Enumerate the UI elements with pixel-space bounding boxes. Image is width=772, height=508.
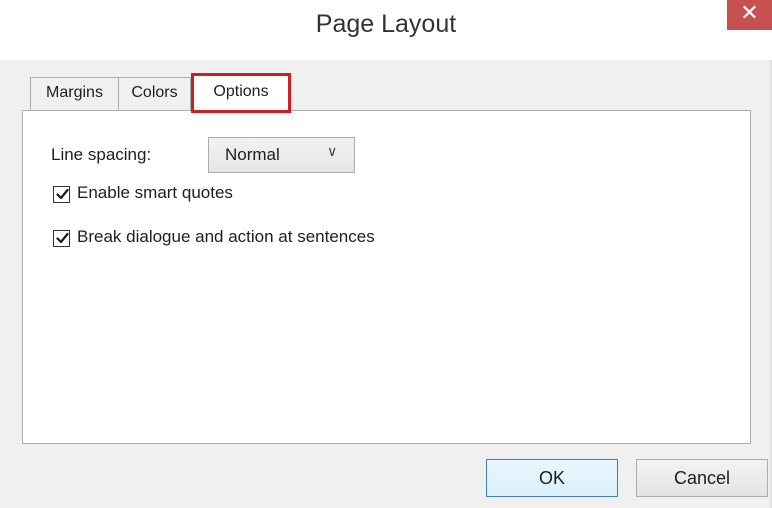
- checkmark-icon: [56, 232, 69, 244]
- tab-colors[interactable]: Colors: [118, 77, 191, 111]
- break-dialogue-label: Break dialogue and action at sentences: [77, 227, 375, 246]
- smart-quotes-checkbox[interactable]: [53, 186, 70, 203]
- chevron-down-icon: ∨: [327, 144, 338, 160]
- title-bar: Page Layout ✕: [0, 0, 772, 60]
- line-spacing-value: Normal: [225, 145, 280, 164]
- tab-options[interactable]: Options: [191, 73, 291, 113]
- checkmark-icon: [56, 188, 69, 200]
- break-dialogue-checkbox[interactable]: [53, 230, 70, 247]
- cancel-button[interactable]: Cancel: [636, 459, 768, 497]
- close-button[interactable]: ✕: [727, 0, 772, 30]
- options-panel: Line spacing: Normal ∨ Enable smart quot…: [22, 110, 751, 444]
- line-spacing-select[interactable]: Normal ∨: [208, 137, 355, 173]
- ok-button[interactable]: OK: [486, 459, 618, 497]
- page-layout-dialog: Page Layout ✕ Margins Colors Options Lin…: [0, 0, 772, 508]
- tab-margins[interactable]: Margins: [30, 77, 119, 111]
- close-icon: ✕: [740, 1, 759, 26]
- smart-quotes-label: Enable smart quotes: [77, 183, 233, 202]
- dialog-title: Page Layout: [315, 10, 457, 38]
- line-spacing-label: Line spacing:: [51, 145, 152, 164]
